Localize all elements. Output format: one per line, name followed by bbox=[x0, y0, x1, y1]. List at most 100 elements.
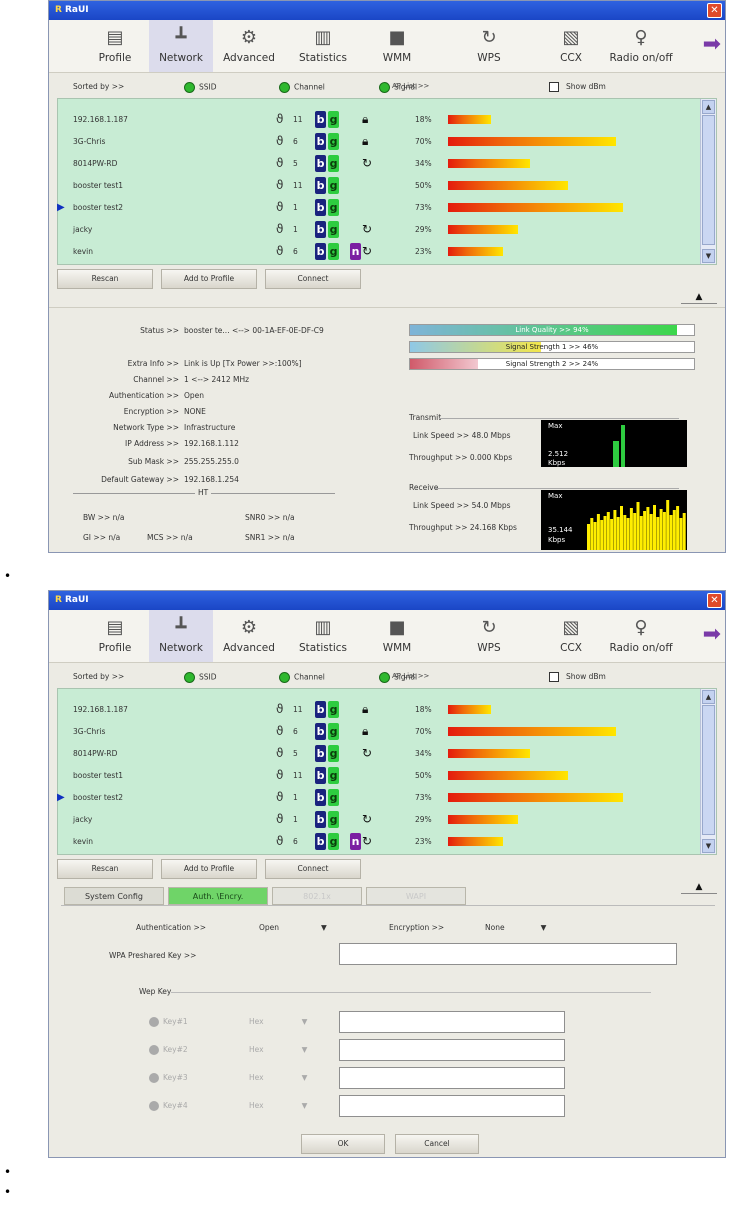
ap-signal-bar bbox=[448, 115, 492, 124]
ap-row[interactable]: kevin ϑ 6 b g n ↻ 23% bbox=[58, 241, 700, 263]
radio-icon bbox=[149, 1017, 159, 1027]
tab-profile[interactable]: ▤ Profile bbox=[83, 610, 147, 662]
throughput-sample bbox=[629, 508, 633, 550]
lock-icon: 🔒︎ bbox=[362, 112, 369, 126]
scroll-thumb[interactable] bbox=[702, 115, 715, 245]
chevron-down-icon: ▼ bbox=[301, 1101, 308, 1110]
radio-icon bbox=[184, 82, 195, 93]
ap-row[interactable]: 8014PW-RD ϑ 5 b g ↻ 34% bbox=[58, 153, 700, 175]
tab-ccx[interactable]: ▧ CCX bbox=[539, 20, 603, 72]
ip-address-value: 192.168.1.112 bbox=[184, 439, 239, 448]
ap-row[interactable]: 3G-Chris ϑ 6 b g 🔒︎ 70% bbox=[58, 721, 700, 743]
tab-radio-on-off[interactable]: ♀ Radio on/off bbox=[609, 610, 673, 662]
tab-ccx[interactable]: ▧ CCX bbox=[539, 610, 603, 662]
sort-ssid-radio[interactable]: SSID bbox=[184, 672, 217, 683]
ap-row[interactable]: 8014PW-RD ϑ 5 b g ↻ 34% bbox=[58, 743, 700, 765]
ap-row[interactable]: booster test1 ϑ 11 b g 50% bbox=[58, 175, 700, 197]
encryption-value: NONE bbox=[184, 407, 206, 416]
auth-select[interactable]: Open ▼ bbox=[259, 923, 327, 932]
ap-signal-bar bbox=[448, 247, 504, 256]
tab-network[interactable]: ┻ Network bbox=[149, 610, 213, 662]
mode-b-icon: b bbox=[315, 199, 326, 216]
ap-row[interactable]: ▶ booster test2 ϑ 1 b g 73% bbox=[57, 787, 700, 809]
ap-row[interactable]: kevin ϑ 6 b g n ↻ 23% bbox=[58, 831, 700, 853]
encryption-select[interactable]: None ▼ bbox=[485, 923, 546, 932]
ap-list-scrollbar[interactable]: ▲ ▼ bbox=[700, 689, 716, 854]
encryption-form-label: Encryption >> bbox=[389, 923, 445, 932]
add-to-profile-button[interactable]: Add to Profile bbox=[161, 859, 257, 879]
tab-advanced[interactable]: ⚙ Advanced bbox=[217, 610, 281, 662]
extra-info-key: Extra Info >> bbox=[127, 359, 179, 368]
ap-row[interactable]: ▶ booster test2 ϑ 1 b g 73% bbox=[57, 197, 700, 219]
network-type-key: Network Type >> bbox=[113, 423, 179, 432]
scroll-down-icon[interactable]: ▼ bbox=[702, 839, 715, 853]
arrow-right-icon[interactable]: ➡ bbox=[703, 34, 721, 56]
chevron-down-icon: ▼ bbox=[301, 1045, 308, 1054]
scroll-up-icon[interactable]: ▲ bbox=[702, 100, 715, 114]
ap-list[interactable]: 192.168.1.187 ϑ 11 b g 🔒︎ 18% 3G-Chris ϑ 6 b g 🔒︎ 70%… bbox=[57, 688, 717, 855]
mode-b-icon: b bbox=[315, 745, 326, 762]
throughput-sample bbox=[626, 518, 630, 550]
ap-signal-bar bbox=[448, 749, 530, 758]
gi-value: GI >> n/a bbox=[83, 533, 121, 542]
mode-g-icon: g bbox=[328, 155, 339, 172]
wpa-psk-input[interactable] bbox=[339, 943, 677, 965]
tab-auth-encry[interactable]: Auth. \Encry. bbox=[168, 887, 268, 905]
ap-ssid: booster test1 bbox=[73, 181, 124, 190]
ap-row[interactable]: booster test1 ϑ 11 b g 50% bbox=[58, 765, 700, 787]
profile-icon: ▤ bbox=[106, 617, 124, 638]
tab-wmm[interactable]: ■ WMM bbox=[365, 20, 429, 72]
ok-button[interactable]: OK bbox=[301, 1134, 385, 1154]
close-button[interactable]: ✕ bbox=[707, 593, 722, 608]
rescan-button[interactable]: Rescan bbox=[57, 269, 153, 289]
mcs-value: MCS >> n/a bbox=[147, 533, 193, 542]
cancel-button[interactable]: Cancel bbox=[395, 1134, 479, 1154]
ap-row[interactable]: 3G-Chris ϑ 6 b g 🔒︎ 70% bbox=[58, 131, 700, 153]
tab-wps[interactable]: ↻ WPS bbox=[457, 610, 521, 662]
show-dbm-checkbox[interactable]: Show dBm bbox=[549, 672, 606, 682]
signal-antenna-icon: ϑ bbox=[276, 112, 284, 126]
transmit-value: 2.512 bbox=[548, 450, 569, 458]
ap-signal-percent: 50% bbox=[415, 181, 432, 190]
sort-channel-radio[interactable]: Channel bbox=[279, 672, 325, 683]
tab-radio-on-off[interactable]: ♀ Radio on/off bbox=[609, 20, 673, 72]
extra-info-value: Link is Up [Tx Power >>:100%] bbox=[184, 359, 302, 368]
show-dbm-checkbox[interactable]: Show dBm bbox=[549, 82, 606, 92]
connect-button[interactable]: Connect bbox=[265, 269, 361, 289]
scroll-down-icon[interactable]: ▼ bbox=[702, 249, 715, 263]
tab-wps[interactable]: ↻ WPS bbox=[457, 20, 521, 72]
tab-advanced[interactable]: ⚙ Advanced bbox=[217, 20, 281, 72]
signal-antenna-icon: ϑ bbox=[276, 834, 284, 848]
toolbar-label: Network bbox=[159, 52, 203, 64]
scroll-up-icon[interactable]: ▲ bbox=[702, 690, 715, 704]
scroll-thumb[interactable] bbox=[702, 705, 715, 835]
mode-b-icon: b bbox=[315, 833, 326, 850]
ap-row[interactable]: jacky ϑ 1 b g ↻ 29% bbox=[58, 219, 700, 241]
connect-button[interactable]: Connect bbox=[265, 859, 361, 879]
ap-ssid: booster test1 bbox=[73, 771, 124, 780]
ap-row[interactable]: 192.168.1.187 ϑ 11 b g 🔒︎ 18% bbox=[58, 699, 700, 721]
ap-list[interactable]: 192.168.1.187 ϑ 11 b g 🔒︎ 18% 3G-Chris ϑ 6 b g 🔒︎ 70%… bbox=[57, 98, 717, 265]
mode-b-icon: b bbox=[315, 221, 326, 238]
tab-wmm[interactable]: ■ WMM bbox=[365, 610, 429, 662]
auth-select-value: Open bbox=[259, 923, 280, 932]
ap-list-scrollbar[interactable]: ▲ ▼ bbox=[700, 99, 716, 264]
sort-ssid-radio[interactable]: SSID bbox=[184, 82, 217, 93]
tab-statistics[interactable]: ▥ Statistics bbox=[291, 20, 355, 72]
collapse-arrow-icon[interactable]: ▲ bbox=[681, 883, 717, 894]
sort-channel-radio[interactable]: Channel bbox=[279, 82, 325, 93]
rescan-button[interactable]: Rescan bbox=[57, 859, 153, 879]
tab-statistics[interactable]: ▥ Statistics bbox=[291, 610, 355, 662]
arrow-right-icon[interactable]: ➡ bbox=[703, 624, 721, 646]
tab-system-config[interactable]: System Config bbox=[64, 887, 164, 905]
radio-icon bbox=[279, 672, 290, 683]
add-to-profile-button[interactable]: Add to Profile bbox=[161, 269, 257, 289]
collapse-arrow-icon[interactable]: ▲ bbox=[681, 293, 717, 304]
ap-row[interactable]: 192.168.1.187 ϑ 11 b g 🔒︎ 18% bbox=[58, 109, 700, 131]
tab-profile[interactable]: ▤ Profile bbox=[83, 20, 147, 72]
ap-ssid: 3G-Chris bbox=[73, 137, 106, 146]
tab-network[interactable]: ┻ Network bbox=[149, 20, 213, 72]
close-button[interactable]: ✕ bbox=[707, 3, 722, 18]
ap-row[interactable]: jacky ϑ 1 b g ↻ 29% bbox=[58, 809, 700, 831]
mode-g-icon: g bbox=[328, 199, 339, 216]
